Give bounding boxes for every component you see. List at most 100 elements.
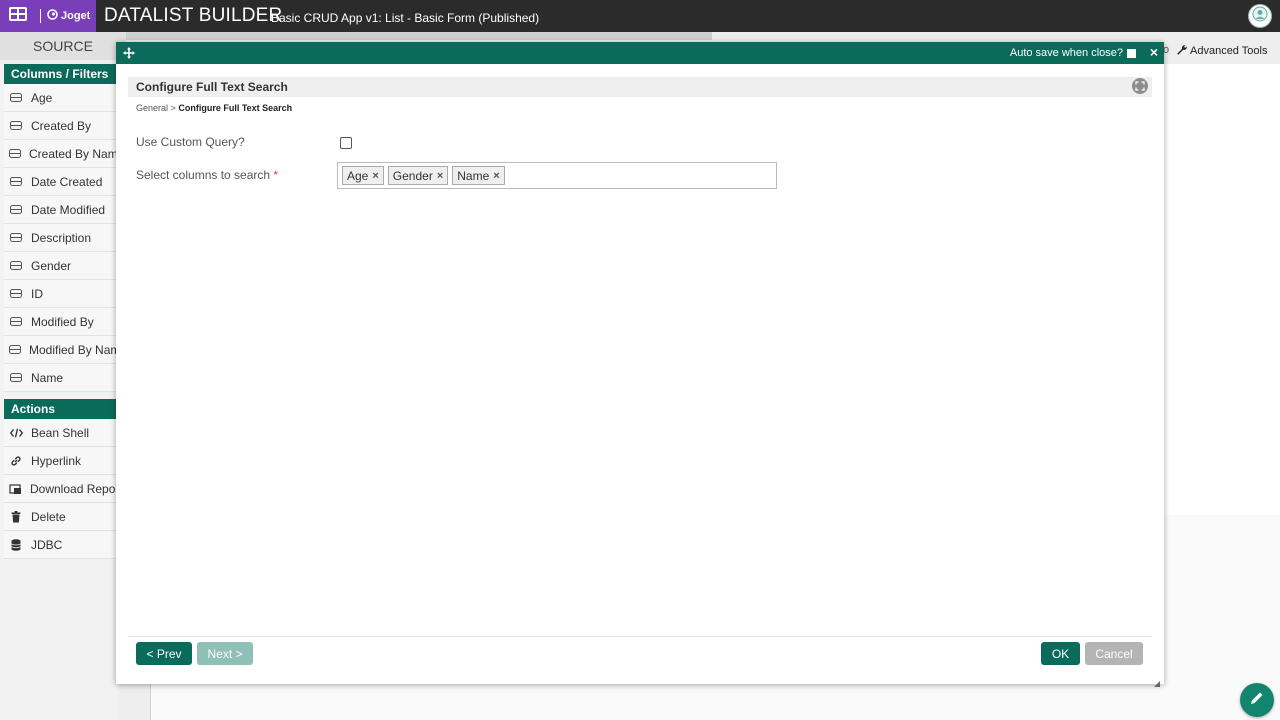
actions-heading: Actions	[4, 399, 118, 419]
column-icon	[9, 149, 21, 158]
database-icon	[9, 538, 23, 551]
properties-dialog: Auto save when close? × Configure Full T…	[116, 42, 1164, 687]
palette-action-bean-shell[interactable]: Bean Shell	[4, 419, 118, 447]
tag-remove-icon[interactable]: ×	[493, 170, 499, 182]
custom-query-label: Use Custom Query?	[136, 135, 245, 149]
joget-logo[interactable]: Joget	[36, 0, 96, 32]
column-icon	[9, 121, 23, 130]
column-label: ID	[31, 286, 43, 301]
column-icon	[9, 205, 23, 214]
palette-column-item[interactable]: Created By	[4, 112, 118, 140]
ok-button[interactable]: OK	[1041, 642, 1080, 665]
column-label: Date Modified	[31, 202, 106, 217]
column-label: Gender	[31, 258, 72, 273]
palette-column-item[interactable]: Gender	[4, 252, 118, 280]
tag-label: Gender	[392, 168, 433, 183]
palette-action-hyperlink[interactable]: Hyperlink	[4, 447, 118, 475]
action-label: Bean Shell	[31, 425, 90, 440]
trash-icon	[9, 510, 23, 523]
logo-separator	[40, 9, 41, 23]
tag-remove-icon[interactable]: ×	[437, 170, 443, 182]
palette-action-jdbc[interactable]: JDBC	[4, 531, 118, 559]
column-label: Name	[31, 370, 64, 385]
columns-multiselect[interactable]: Age × Gender × Name ×	[337, 162, 777, 189]
selected-tag: Gender ×	[387, 166, 449, 185]
action-label: Download Report	[30, 481, 118, 496]
column-label: Modified By Name	[29, 342, 118, 357]
app-subtitle: Basic CRUD App v1: List - Basic Form (Pu…	[271, 11, 540, 25]
column-icon	[9, 93, 23, 102]
prev-button[interactable]: < Prev	[136, 642, 192, 665]
move-icon[interactable]	[123, 46, 135, 64]
tab-source[interactable]: SOURCE	[0, 32, 126, 60]
edit-fab-button[interactable]	[1240, 683, 1274, 717]
tag-label: Name	[457, 168, 490, 183]
column-icon	[9, 177, 23, 186]
dialog-titlebar[interactable]: Auto save when close? ×	[116, 42, 1164, 64]
autosave-checkbox[interactable]	[1127, 48, 1136, 58]
apps-menu-button[interactable]	[0, 0, 36, 32]
column-label: Created By Name	[29, 146, 118, 161]
palette-column-item[interactable]: Date Created	[4, 168, 118, 196]
logo-text: Joget	[61, 10, 91, 22]
palette-column-item[interactable]: Name	[4, 364, 118, 392]
wrench-icon	[1176, 44, 1187, 58]
selected-tag: Age ×	[342, 166, 384, 185]
next-button[interactable]: Next >	[197, 642, 253, 665]
panel-header: Configure Full Text Search	[128, 77, 1152, 97]
columns-list: Age Created By Created By Name Date Crea…	[0, 84, 118, 392]
pencil-icon	[1249, 690, 1265, 711]
advanced-tools-button[interactable]: Advanced Tools	[1176, 44, 1267, 58]
palette-column-item[interactable]: Age	[4, 84, 118, 112]
column-icon	[9, 373, 23, 382]
close-button[interactable]: ×	[1150, 44, 1158, 60]
grid-icon	[8, 6, 28, 27]
column-label: Description	[31, 230, 92, 245]
resize-handle-icon[interactable]	[1154, 674, 1160, 687]
fullscreen-icon[interactable]	[1132, 78, 1148, 94]
cancel-button[interactable]: Cancel	[1085, 642, 1143, 665]
column-icon	[9, 233, 23, 242]
action-label: JDBC	[31, 537, 63, 552]
canvas-right-area	[1164, 64, 1280, 515]
action-label: Hyperlink	[31, 453, 82, 468]
columns-to-search-text: Select columns to search	[136, 168, 271, 182]
breadcrumb-separator: >	[170, 103, 176, 113]
report-icon	[9, 483, 22, 495]
palette-column-item[interactable]: ID	[4, 280, 118, 308]
palette-column-item[interactable]: Date Modified	[4, 196, 118, 224]
avatar-icon	[1252, 6, 1268, 27]
custom-query-checkbox[interactable]	[340, 137, 352, 149]
user-avatar[interactable]	[1248, 4, 1272, 28]
palette-action-download-report[interactable]: Download Report	[4, 475, 118, 503]
columns-filters-heading: Columns / Filters	[4, 64, 118, 84]
actions-list: Bean Shell Hyperlink Download Report Del…	[0, 419, 118, 559]
autosave-toggle[interactable]: Auto save when close?	[1010, 47, 1136, 59]
panel-title: Configure Full Text Search	[136, 80, 288, 94]
advanced-tools-label: Advanced Tools	[1190, 45, 1268, 57]
top-header: Joget DATALIST BUILDER Basic CRUD App v1…	[0, 0, 1280, 32]
column-label: Age	[31, 90, 53, 105]
tag-remove-icon[interactable]: ×	[372, 170, 378, 182]
breadcrumb: General > Configure Full Text Search	[136, 103, 292, 113]
palette-column-item[interactable]: Created By Name	[4, 140, 118, 168]
palette-action-delete[interactable]: Delete	[4, 503, 118, 531]
dialog-footer-divider	[128, 636, 1152, 637]
palette-column-item[interactable]: Modified By Name	[4, 336, 118, 364]
palette-column-item[interactable]: Modified By	[4, 308, 118, 336]
column-icon	[9, 317, 23, 326]
breadcrumb-current: Configure Full Text Search	[178, 103, 293, 113]
autosave-label: Auto save when close?	[1009, 47, 1123, 59]
code-icon	[9, 428, 23, 438]
column-icon	[9, 289, 23, 298]
breadcrumb-general[interactable]: General	[136, 103, 168, 113]
action-label: Delete	[31, 509, 66, 524]
column-icon	[9, 345, 21, 354]
builder-title: DATALIST BUILDER	[104, 5, 283, 26]
palette-column-item[interactable]: Description	[4, 224, 118, 252]
joget-mark-icon	[47, 9, 58, 23]
palette-spacer	[0, 392, 118, 399]
selected-tag: Name ×	[452, 166, 505, 185]
element-palette: Columns / Filters Age Created By Created…	[0, 64, 118, 720]
column-label: Modified By	[31, 314, 94, 329]
